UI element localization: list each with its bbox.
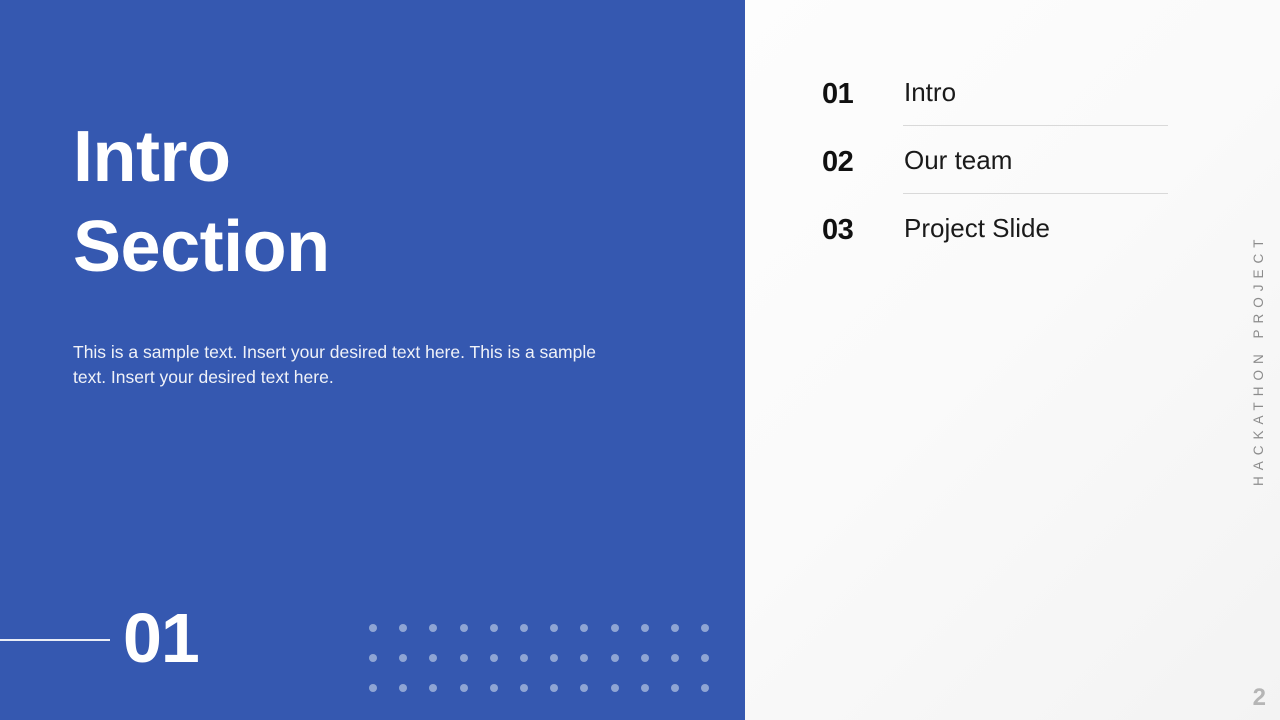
dot-grid-dot: [640, 654, 649, 662]
dot-grid-dot: [369, 684, 377, 692]
dot-grid-dot: [671, 684, 679, 692]
dot-grid-dot: [399, 684, 408, 692]
dot-grid-dot: [459, 684, 468, 692]
slide-body-text: This is a sample text. Insert your desir…: [73, 342, 596, 387]
dot-grid-dot: [520, 654, 528, 662]
agenda-item-1[interactable]: 01 Intro: [822, 70, 1172, 138]
dot-grid-dot: [489, 654, 498, 662]
page-title: Intro Section: [73, 112, 713, 292]
dot-grid-dot: [671, 654, 679, 662]
vertical-project-label: HACKATHON PROJECT: [1251, 233, 1266, 487]
dot-grid-dot: [701, 624, 710, 632]
dot-grid-dot: [429, 654, 438, 662]
dot-grid-dot: [520, 624, 528, 632]
agenda-item-3[interactable]: 03 Project Slide: [822, 206, 1172, 274]
left-title-panel: Intro Section This is a sample text. Ins…: [0, 0, 745, 720]
dot-grid-dot: [399, 624, 408, 632]
dot-grid-dot: [550, 684, 559, 692]
dot-grid-dot: [580, 624, 589, 632]
dot-grid-dot: [399, 654, 408, 662]
dot-grid-dot: [429, 684, 438, 692]
dot-grid-dot: [369, 654, 377, 662]
section-number: 01: [123, 599, 200, 677]
agenda-item-divider: [903, 193, 1168, 194]
agenda-item-label: Project Slide: [904, 213, 1050, 243]
dot-grid-dot: [671, 624, 679, 632]
agenda-item-2[interactable]: 02 Our team: [822, 138, 1172, 206]
dot-grid-dot: [580, 654, 589, 662]
agenda-item-label: Intro: [904, 77, 957, 107]
dot-grid-dot: [610, 684, 619, 692]
dot-grid-decoration: [369, 624, 713, 696]
dot-grid-dot: [459, 654, 468, 662]
agenda-list: 01 Intro 02 Our team 03 Project Slide: [822, 70, 1172, 274]
dot-grid-dot: [640, 624, 649, 632]
agenda-item-number: 02: [822, 146, 854, 178]
agenda-item-number: 01: [822, 78, 854, 110]
dot-grid-dot: [489, 684, 498, 692]
agenda-item-divider: [903, 125, 1168, 126]
dot-grid-dot: [489, 624, 498, 632]
page-number: 2: [1252, 684, 1266, 711]
agenda-item-number: 03: [822, 214, 854, 246]
dot-grid-dot: [369, 624, 377, 632]
page-title-line-1: Intro: [73, 117, 231, 197]
dot-grid-dot: [520, 684, 528, 692]
dot-grid-dot: [701, 684, 710, 692]
section-number-rule: [0, 639, 110, 641]
dot-grid-dot: [429, 624, 438, 632]
presentation-slide: Intro Section This is a sample text. Ins…: [0, 0, 1280, 720]
agenda-item-label: Our team: [904, 145, 1013, 175]
dot-grid-dot: [459, 624, 468, 632]
dot-grid-dot: [610, 624, 619, 632]
dot-grid-dot: [580, 684, 589, 692]
dot-grid-dot: [701, 654, 710, 662]
page-title-line-2: Section: [73, 207, 330, 287]
dot-grid-dot: [550, 654, 559, 662]
dot-grid-dot: [610, 654, 619, 662]
dot-grid-dot: [550, 624, 559, 632]
dot-grid-dot: [640, 684, 649, 692]
